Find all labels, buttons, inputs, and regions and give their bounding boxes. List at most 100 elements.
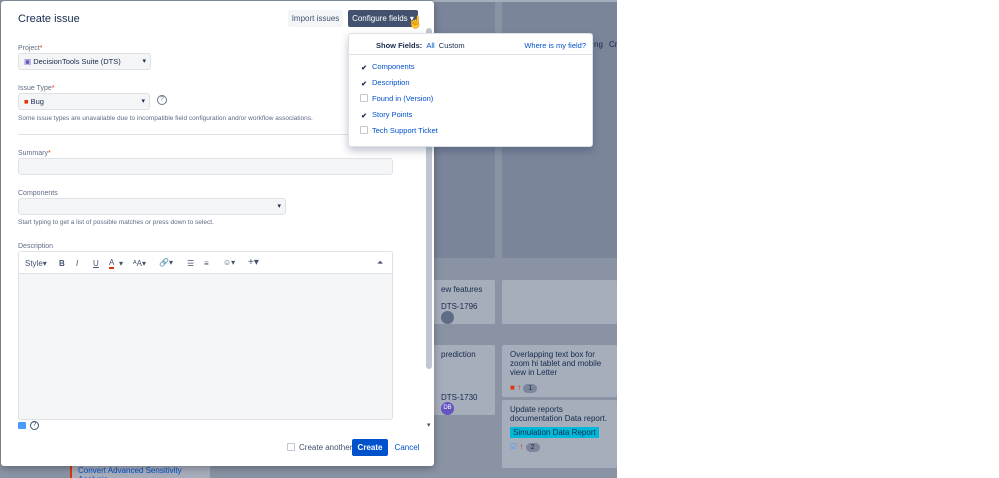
field-item-components[interactable]: ✔ Components xyxy=(360,62,415,74)
project-icon: ▣ xyxy=(24,57,32,66)
board-card[interactable]: prediction DTS-1730 DB xyxy=(433,345,495,415)
chevron-down-icon: ▾ xyxy=(142,58,146,65)
help-icon[interactable]: ? xyxy=(157,95,167,105)
field-label: Story Points xyxy=(372,110,413,119)
text-format-icon[interactable]: ᴬA▾ xyxy=(133,259,146,268)
card-title: Overlapping text box for zoom hi tablet … xyxy=(510,350,602,377)
card-title: ew features xyxy=(441,285,483,294)
priority-up-icon: ↑ xyxy=(519,442,524,451)
field-item-tech-support-ticket[interactable]: Tech Support Ticket xyxy=(360,126,438,135)
numbered-list-icon[interactable]: ≡ xyxy=(204,259,209,268)
backdrop-text: Cr xyxy=(609,40,617,49)
show-fields-row: Show Fields: All Custom xyxy=(376,41,465,50)
create-button[interactable]: Create xyxy=(352,439,388,456)
field-item-found-in-version[interactable]: Found in (Version) xyxy=(360,94,433,103)
where-is-my-field-link[interactable]: Where is my field? xyxy=(524,41,586,50)
create-another-checkbox[interactable]: Create another xyxy=(287,443,352,452)
cancel-button[interactable]: Cancel xyxy=(393,439,421,456)
bug-icon: ■ xyxy=(510,383,515,392)
dialog-title: Create issue xyxy=(18,13,80,25)
field-item-story-points[interactable]: ✔ Story Points xyxy=(360,110,412,122)
project-label: Project* xyxy=(18,45,43,52)
scroll-down-icon[interactable]: ▾ xyxy=(427,421,431,429)
field-label: Description xyxy=(372,78,410,87)
chevron-down-icon: ▾ xyxy=(141,98,145,105)
show-fields-label: Show Fields: xyxy=(376,41,423,50)
divider xyxy=(349,54,592,55)
issue-type-select[interactable]: ■ Bug ▾ xyxy=(18,93,150,110)
summary-label: Summary* xyxy=(18,150,51,157)
board-card[interactable]: Overlapping text box for zoom hi tablet … xyxy=(502,345,617,397)
chevron-down-icon: ▾ xyxy=(277,203,281,210)
create-another-label: Create another xyxy=(299,443,353,452)
underline-icon[interactable]: U xyxy=(93,259,99,268)
priority-up-icon: ↑ xyxy=(517,383,522,392)
summary-label-text: Summary xyxy=(18,150,48,157)
board-card[interactable]: Convert Advanced Sensitivity Analysis xyxy=(70,466,210,478)
import-issues-button[interactable]: Import issues xyxy=(288,10,343,27)
avatar: DB xyxy=(441,402,454,415)
project-select[interactable]: ▣ DecisionTools Suite (DTS) ▾ xyxy=(18,53,151,70)
italic-icon[interactable]: I xyxy=(76,259,78,268)
required-marker: * xyxy=(47,150,51,157)
card-label: Simulation Data Report xyxy=(510,427,599,438)
field-label: Tech Support Ticket xyxy=(372,126,438,135)
required-marker: * xyxy=(51,85,55,92)
field-item-description[interactable]: ✔ Description xyxy=(360,78,410,90)
field-label: Found in (Version) xyxy=(372,94,434,103)
collapse-icon[interactable]: ⏶ xyxy=(377,258,383,268)
components-select[interactable]: ▾ xyxy=(18,198,286,215)
field-label: Components xyxy=(372,62,415,71)
issue-type-label-text: Issue Type xyxy=(18,85,52,92)
avatar xyxy=(441,311,454,324)
all-fields-link[interactable]: All xyxy=(426,41,434,50)
components-hint: Start typing to get a list of possible m… xyxy=(18,219,214,226)
project-label-text: Project xyxy=(18,45,40,52)
checkbox xyxy=(360,94,368,102)
card-count: 2 xyxy=(525,443,540,452)
bold-icon[interactable]: B xyxy=(59,259,65,268)
bullet-list-icon[interactable]: ☰ xyxy=(187,259,194,268)
checkbox xyxy=(360,126,368,134)
check-icon: ✔ xyxy=(361,65,367,72)
description-editor[interactable]: Style▾ B I U A ▾ ᴬA▾ 🔗▾ ☰ ≡ ☺▾ +▾ ⏶ xyxy=(18,251,393,420)
issue-type-value: Bug xyxy=(30,97,44,106)
style-label: Style xyxy=(25,259,43,268)
configure-fields-label: Configure fields xyxy=(352,14,408,23)
cursor-hand-icon: ☝ xyxy=(408,15,423,29)
card-count: 1 xyxy=(523,384,538,393)
summary-input[interactable] xyxy=(18,158,393,175)
issue-type-label: Issue Type* xyxy=(18,85,54,92)
chevron-down-icon[interactable]: ▾ xyxy=(119,259,123,268)
bug-icon: ■ xyxy=(24,97,29,106)
card-title: prediction xyxy=(441,350,476,359)
text-mode-icon[interactable] xyxy=(18,422,26,429)
card-key: DTS-1730 xyxy=(441,393,478,402)
issue-type-hint: Some issue types are unavailable due to … xyxy=(18,115,313,122)
check-icon: ✔ xyxy=(361,113,367,120)
board-card[interactable]: Update reports documentation Data report… xyxy=(502,400,617,468)
checkbox[interactable] xyxy=(287,443,295,451)
help-icon[interactable]: ? xyxy=(30,421,39,430)
style-dropdown[interactable]: Style▾ xyxy=(25,259,47,268)
divider xyxy=(18,134,393,135)
check-icon: ✔ xyxy=(361,81,367,88)
card-key: DTS-1796 xyxy=(441,302,478,311)
story-icon: ☑ xyxy=(510,442,518,451)
editor-toolbar: Style▾ B I U A ▾ ᴬA▾ 🔗▾ ☰ ≡ ☺▾ +▾ ⏶ xyxy=(19,252,392,274)
link-icon[interactable]: 🔗▾ xyxy=(159,258,173,267)
backdrop-text: ng xyxy=(594,40,603,49)
text-color-icon[interactable]: A xyxy=(109,258,115,269)
insert-more-icon[interactable]: +▾ xyxy=(248,257,259,268)
card-title: Update reports documentation Data report… xyxy=(510,405,607,423)
required-marker: * xyxy=(39,45,43,52)
configure-fields-dropdown: Show Fields: All Custom Where is my fiel… xyxy=(348,33,593,147)
custom-fields-link[interactable]: Custom xyxy=(439,41,465,50)
board-top-card xyxy=(433,0,617,2)
components-label: Components xyxy=(18,190,58,197)
emoji-icon[interactable]: ☺▾ xyxy=(223,258,235,267)
board-card[interactable]: ew features DTS-1796 xyxy=(433,280,495,324)
description-label: Description xyxy=(18,243,54,250)
project-value: DecisionTools Suite (DTS) xyxy=(33,57,121,66)
board-card[interactable] xyxy=(502,280,617,324)
